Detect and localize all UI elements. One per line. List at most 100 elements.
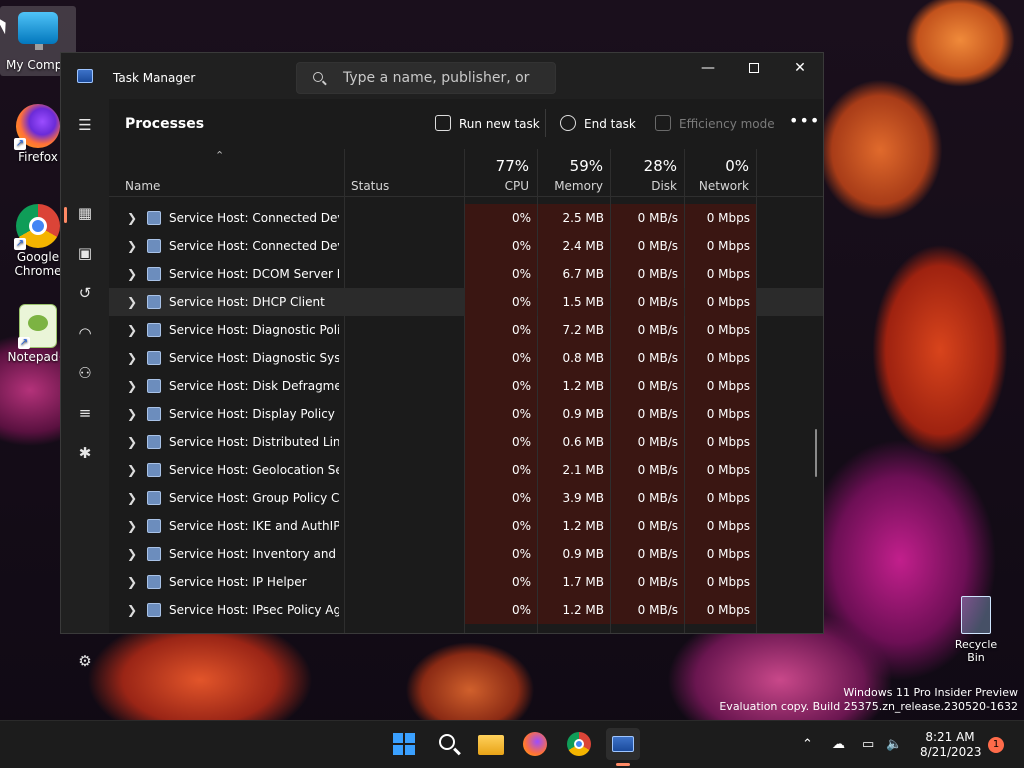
vertical-scrollbar[interactable] [815, 429, 817, 477]
task-manager-window: Task Manager Type a name, publisher, or … [60, 52, 824, 670]
memory-value: 0.9 MB [562, 547, 604, 561]
expand-chevron-right-icon[interactable]: ❯ [127, 323, 137, 337]
run-new-task-label: Run new task [459, 117, 540, 131]
clock[interactable]: 8:21 AM 8/21/2023 [920, 730, 982, 760]
process-name: Service Host: Display Policy Se... [169, 407, 339, 421]
table-row[interactable]: ❯ Service Host: DCOM Server Pr... 0% 6.7 MB… [109, 260, 823, 288]
column-name-label: Name [125, 179, 161, 193]
expand-chevron-right-icon[interactable]: ❯ [127, 407, 137, 421]
start-button[interactable] [390, 729, 420, 759]
expand-chevron-right-icon[interactable]: ❯ [127, 519, 137, 533]
table-row[interactable]: ❯ Service Host: Group Policy Cli... 0% 3.9 … [109, 484, 823, 512]
more-dots-icon: ••• [789, 111, 821, 130]
network-total-pct: 0% [725, 157, 749, 175]
expand-chevron-right-icon[interactable]: ❯ [127, 435, 137, 449]
table-row[interactable]: ❯ Service Host: Geolocation Serv... 0% 2.1 … [109, 456, 823, 484]
more-options-button[interactable]: ••• [789, 111, 820, 130]
processes-nav-icon[interactable]: ▦ [75, 203, 95, 223]
table-row[interactable]: ❯ Service Host: Diagnostic Syste... 0% 0.8 … [109, 344, 823, 372]
table-row[interactable]: ❯ Service Host: Inventory and C... 0% 0.9 M… [109, 540, 823, 568]
chrome-taskbar-button[interactable] [564, 729, 594, 759]
table-row[interactable]: ❯ Service Host: Connected Devi... 0% 2.4 MB… [109, 232, 823, 260]
column-network-label: Network [698, 179, 749, 193]
expand-chevron-right-icon[interactable]: ❯ [127, 239, 137, 253]
cpu-value: 0% [511, 267, 531, 281]
expand-chevron-right-icon[interactable]: ❯ [127, 603, 137, 617]
minimize-icon: — [701, 60, 715, 76]
maximize-button[interactable] [731, 53, 777, 83]
process-name: Service Host: IPsec Policy Agent [169, 603, 339, 617]
search-taskbar-button[interactable] [434, 729, 464, 759]
disk-value: 0 MB/s [637, 379, 678, 393]
expand-chevron-right-icon[interactable]: ❯ [127, 267, 137, 281]
desktop-icon-recycle-bin[interactable]: Recycle Bin [946, 596, 1006, 664]
memory-value: 1.2 MB [562, 603, 604, 617]
efficiency-mode-button[interactable]: Efficiency mode [655, 115, 775, 131]
run-new-task-button[interactable]: Run new task [435, 115, 540, 131]
expand-chevron-right-icon[interactable]: ❯ [127, 547, 137, 561]
hamburger-menu-icon[interactable]: ☰ [75, 115, 95, 135]
expand-chevron-right-icon[interactable]: ❯ [127, 295, 137, 309]
disk-total-pct: 28% [643, 157, 677, 175]
network-value: 0 Mbps [706, 435, 750, 449]
volume-icon[interactable]: 🔈 [886, 737, 902, 752]
expand-chevron-right-icon[interactable]: ❯ [127, 575, 137, 589]
end-task-button[interactable]: End task [560, 115, 636, 131]
expand-chevron-right-icon[interactable]: ❯ [127, 379, 137, 393]
settings-gear-icon[interactable]: ⚙ [75, 651, 95, 671]
column-header-network[interactable]: 0% Network [685, 149, 757, 197]
expand-chevron-right-icon[interactable]: ❯ [127, 351, 137, 365]
table-row[interactable]: ❯ Service Host: DHCP Client 0% 1.5 MB 0 MB/s… [109, 288, 823, 316]
expand-chevron-right-icon[interactable]: ❯ [127, 211, 137, 225]
users-nav-icon[interactable]: ⚇ [75, 363, 95, 383]
startup-apps-nav-icon[interactable]: ◠ [75, 323, 95, 343]
service-host-gear-icon [147, 547, 161, 561]
taskbar-search-icon [439, 734, 455, 750]
column-header-disk[interactable]: 28% Disk [611, 149, 685, 197]
service-host-gear-icon [147, 351, 161, 365]
table-row[interactable]: ❯ Service Host: Disk Defragmenter 0% 1.2 MB… [109, 372, 823, 400]
disk-value: 0 MB/s [637, 463, 678, 477]
table-row[interactable]: ❯ Service Host: IKE and AuthIP I... 0% 1.2 … [109, 512, 823, 540]
expand-chevron-right-icon[interactable]: ❯ [127, 491, 137, 505]
minimize-button[interactable]: — [685, 53, 731, 83]
chrome-icon: ↗ [14, 204, 60, 250]
table-row[interactable]: ❯ Service Host: Diagnostic Polic... 0% 7.2 … [109, 316, 823, 344]
services-nav-icon[interactable]: ✱ [75, 443, 95, 463]
search-input[interactable]: Type a name, publisher, or PID... [296, 62, 556, 116]
memory-value: 7.2 MB [562, 323, 604, 337]
column-header-cpu[interactable]: 77% CPU [465, 149, 537, 197]
task-manager-taskbar-button[interactable] [606, 728, 640, 760]
table-row[interactable]: ❯ Service Host: IP Helper 0% 1.7 MB 0 MB/s 0 … [109, 568, 823, 596]
column-header-memory[interactable]: 59% Memory [537, 149, 611, 197]
performance-nav-icon[interactable]: ▣ [75, 243, 95, 263]
column-header-name[interactable]: Name [125, 149, 345, 197]
cpu-value: 0% [511, 491, 531, 505]
table-row[interactable]: ❯ Service Host: IPsec Policy Agent 0% 1.2 M… [109, 596, 823, 624]
table-row[interactable]: ❯ Service Host: Distributed Link ... 0% 0.6… [109, 428, 823, 456]
app-history-nav-icon[interactable]: ↺ [75, 283, 95, 303]
details-nav-icon[interactable]: ≡ [75, 403, 95, 423]
file-explorer-button[interactable] [476, 729, 506, 759]
notification-badge[interactable]: 1 [988, 737, 1004, 753]
title-bar[interactable]: Task Manager Type a name, publisher, or … [61, 53, 823, 116]
search-icon [313, 72, 323, 82]
network-icon[interactable]: ▭ [862, 737, 874, 752]
service-host-gear-icon [147, 435, 161, 449]
network-value: 0 Mbps [706, 379, 750, 393]
expand-chevron-right-icon[interactable]: ❯ [127, 463, 137, 477]
table-row[interactable]: ❯ Service Host: Connected Devi... 0% 2.5 MB… [109, 204, 823, 232]
network-value: 0 Mbps [706, 463, 750, 477]
network-value: 0 Mbps [706, 211, 750, 225]
close-button[interactable]: ✕ [777, 53, 823, 83]
recycle-bin-icon [961, 596, 991, 634]
windows-watermark: Windows 11 Pro Insider Preview Evaluatio… [719, 686, 1018, 714]
process-name: Service Host: Connected Devi... [169, 239, 339, 253]
show-hidden-icons-chevron-up-icon[interactable]: ⌃ [802, 737, 813, 752]
table-row[interactable]: ❯ Service Host: Display Policy Se... 0% 0.9… [109, 400, 823, 428]
run-task-icon [435, 115, 451, 131]
column-header-status[interactable]: Status [351, 149, 463, 197]
cloud-offline-icon[interactable]: ☁ [832, 737, 845, 752]
disk-value: 0 MB/s [637, 491, 678, 505]
firefox-taskbar-button[interactable] [520, 729, 550, 759]
